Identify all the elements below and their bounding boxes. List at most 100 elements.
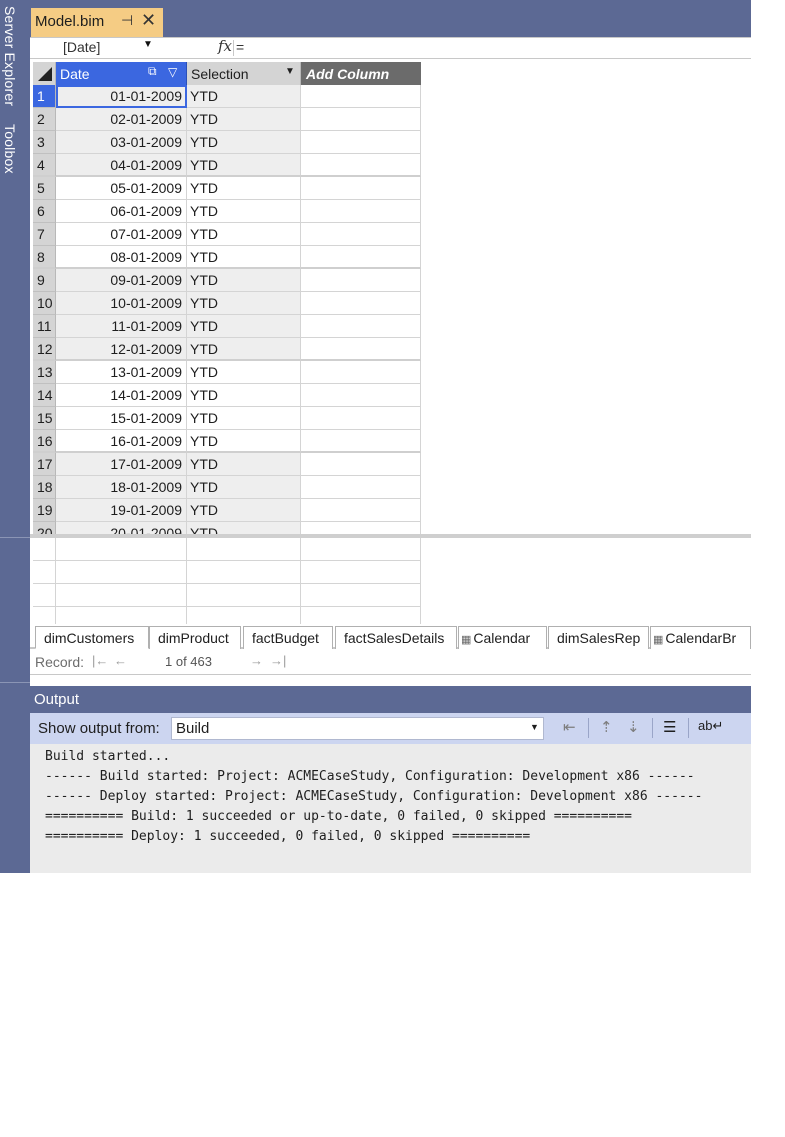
- selection-cell[interactable]: YTD: [187, 430, 301, 453]
- document-tab-model-bim[interactable]: Model.bim ⊣ ✕: [31, 8, 163, 37]
- sheet-tab-calendarbr[interactable]: ▦ CalendarBr: [650, 626, 751, 649]
- close-icon[interactable]: ✕: [141, 10, 156, 31]
- date-cell[interactable]: 05-01-2009: [56, 177, 187, 200]
- row-number[interactable]: 5: [33, 177, 56, 200]
- find-previous-icon[interactable]: ⇡: [600, 718, 613, 736]
- table-row[interactable]: 19 19-01-2009 YTD: [33, 499, 421, 522]
- date-cell[interactable]: 07-01-2009: [56, 223, 187, 246]
- date-cell[interactable]: 18-01-2009: [56, 476, 187, 499]
- table-row[interactable]: 12 12-01-2009 YTD: [33, 338, 421, 361]
- table-row[interactable]: 15 15-01-2009 YTD: [33, 407, 421, 430]
- date-cell[interactable]: 10-01-2009: [56, 292, 187, 315]
- table-row[interactable]: 7 07-01-2009 YTD: [33, 223, 421, 246]
- table-row[interactable]: 1 01-01-2009 YTD: [33, 85, 421, 108]
- find-next-icon[interactable]: ⇣: [627, 718, 640, 736]
- row-number[interactable]: 16: [33, 430, 56, 453]
- clear-all-icon[interactable]: ☰: [663, 718, 676, 736]
- table-row[interactable]: 4 04-01-2009 YTD: [33, 154, 421, 177]
- date-cell[interactable]: 03-01-2009: [56, 131, 187, 154]
- toolbox-tab[interactable]: Toolbox: [2, 124, 18, 174]
- row-number[interactable]: 19: [33, 499, 56, 522]
- selection-cell[interactable]: YTD: [187, 453, 301, 476]
- selection-cell[interactable]: YTD: [187, 269, 301, 292]
- sheet-tab-factsalesdetails[interactable]: factSalesDetails: [335, 626, 457, 649]
- table-row[interactable]: 8 08-01-2009 YTD: [33, 246, 421, 269]
- table-row[interactable]: 6 06-01-2009 YTD: [33, 200, 421, 223]
- add-column-cell[interactable]: [301, 384, 421, 407]
- date-cell[interactable]: 02-01-2009: [56, 108, 187, 131]
- next-record-icon[interactable]: →: [250, 653, 263, 668]
- sheet-tab-dimcustomers[interactable]: dimCustomers: [35, 626, 149, 649]
- formula-input[interactable]: =: [236, 39, 244, 55]
- date-cell[interactable]: 16-01-2009: [56, 430, 187, 453]
- table-row[interactable]: 20 20-01-2009 YTD: [33, 522, 421, 534]
- table-row[interactable]: 16 16-01-2009 YTD: [33, 430, 421, 453]
- filter-dropdown-icon[interactable]: ▼: [285, 66, 295, 77]
- table-row[interactable]: 10 10-01-2009 YTD: [33, 292, 421, 315]
- add-column-cell[interactable]: [301, 200, 421, 223]
- add-column-cell[interactable]: [301, 338, 421, 361]
- sheet-tab-calendar[interactable]: ▦ Calendar: [458, 626, 547, 649]
- date-cell[interactable]: 19-01-2009: [56, 499, 187, 522]
- row-number[interactable]: 11: [33, 315, 56, 338]
- select-all-corner[interactable]: [33, 62, 56, 85]
- add-column-cell[interactable]: [301, 430, 421, 453]
- row-number[interactable]: 9: [33, 269, 56, 292]
- last-record-icon[interactable]: →|: [270, 653, 286, 668]
- date-cell[interactable]: 17-01-2009: [56, 453, 187, 476]
- add-column-cell[interactable]: [301, 246, 421, 269]
- selection-cell[interactable]: YTD: [187, 338, 301, 361]
- output-text-area[interactable]: Build started... ------ Build started: Pr…: [30, 744, 751, 873]
- selection-cell[interactable]: YTD: [187, 361, 301, 384]
- selection-cell[interactable]: YTD: [187, 177, 301, 200]
- row-number[interactable]: 20: [33, 522, 56, 534]
- chevron-down-icon[interactable]: ▼: [530, 722, 539, 732]
- add-column-cell[interactable]: [301, 499, 421, 522]
- add-column-cell[interactable]: [301, 522, 421, 534]
- add-column-header[interactable]: Add Column: [301, 62, 421, 85]
- date-cell[interactable]: 15-01-2009: [56, 407, 187, 430]
- date-cell[interactable]: 11-01-2009: [56, 315, 187, 338]
- pin-icon[interactable]: ⊣: [121, 12, 133, 29]
- sheet-tab-factbudget[interactable]: factBudget: [243, 626, 333, 649]
- table-row[interactable]: 14 14-01-2009 YTD: [33, 384, 421, 407]
- row-number[interactable]: 4: [33, 154, 56, 177]
- sheet-tab-dimproduct[interactable]: dimProduct: [149, 626, 241, 649]
- add-column-cell[interactable]: [301, 315, 421, 338]
- date-cell[interactable]: 20-01-2009: [56, 522, 187, 534]
- table-row[interactable]: 11 11-01-2009 YTD: [33, 315, 421, 338]
- selection-cell[interactable]: YTD: [187, 499, 301, 522]
- row-number[interactable]: 15: [33, 407, 56, 430]
- add-column-cell[interactable]: [301, 85, 421, 108]
- row-number[interactable]: 12: [33, 338, 56, 361]
- go-to-previous-message-icon[interactable]: ⇤: [563, 718, 576, 736]
- row-number[interactable]: 3: [33, 131, 56, 154]
- add-column-cell[interactable]: [301, 361, 421, 384]
- filter-dropdown-icon[interactable]: ▽: [168, 65, 177, 79]
- add-column-cell[interactable]: [301, 292, 421, 315]
- table-row[interactable]: 17 17-01-2009 YTD: [33, 453, 421, 476]
- add-column-cell[interactable]: [301, 269, 421, 292]
- add-column-cell[interactable]: [301, 177, 421, 200]
- selection-cell[interactable]: YTD: [187, 384, 301, 407]
- add-column-cell[interactable]: [301, 407, 421, 430]
- row-number[interactable]: 10: [33, 292, 56, 315]
- add-column-cell[interactable]: [301, 476, 421, 499]
- first-record-icon[interactable]: |←: [92, 653, 108, 668]
- table-row[interactable]: 5 05-01-2009 YTD: [33, 177, 421, 200]
- row-number[interactable]: 17: [33, 453, 56, 476]
- column-selector[interactable]: [Date] ▼: [33, 38, 156, 58]
- selection-cell[interactable]: YTD: [187, 223, 301, 246]
- date-cell[interactable]: 08-01-2009: [56, 246, 187, 269]
- selection-cell[interactable]: YTD: [187, 476, 301, 499]
- output-source-select[interactable]: Build ▼: [171, 717, 544, 740]
- add-column-cell[interactable]: [301, 223, 421, 246]
- selection-cell[interactable]: YTD: [187, 407, 301, 430]
- add-column-cell[interactable]: [301, 108, 421, 131]
- table-row[interactable]: 18 18-01-2009 YTD: [33, 476, 421, 499]
- row-number[interactable]: 2: [33, 108, 56, 131]
- sheet-tab-dimsalesrep[interactable]: dimSalesRep: [548, 626, 649, 649]
- selection-cell[interactable]: YTD: [187, 246, 301, 269]
- row-number[interactable]: 14: [33, 384, 56, 407]
- toggle-word-wrap-icon[interactable]: ab↵: [698, 718, 723, 734]
